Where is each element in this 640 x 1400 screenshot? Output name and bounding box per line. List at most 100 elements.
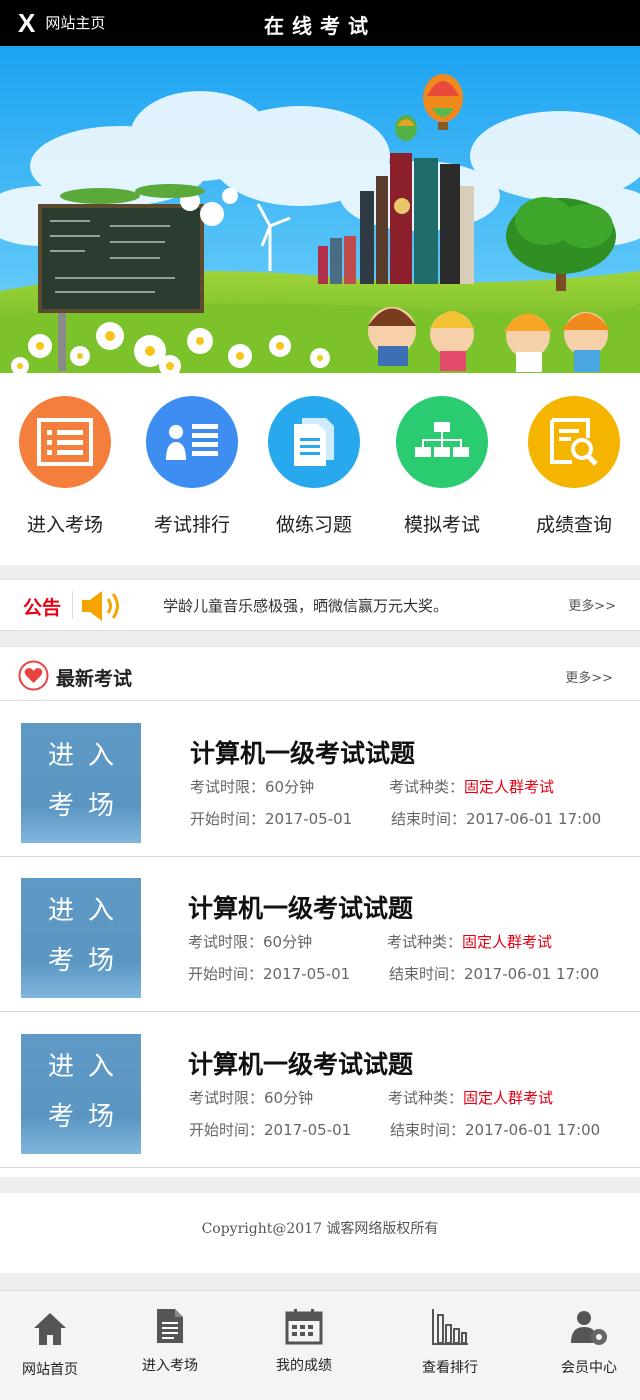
heart-icon: [18, 660, 49, 695]
start-value: 2017-05-01: [265, 810, 353, 828]
calendar-icon[interactable]: [240, 1307, 368, 1347]
end-value: 2017-06-01 17:00: [464, 965, 600, 983]
exam-title[interactable]: 计算机一级考试试题: [188, 1045, 413, 1081]
document-icon[interactable]: [268, 396, 360, 488]
tab-label[interactable]: 我的成绩: [240, 1355, 368, 1375]
exam-duration: 考试时限：60分钟: [188, 931, 312, 952]
exam-start: 开始时间：2017-05-01: [189, 1119, 351, 1140]
quick-nav-label[interactable]: 进入考场: [1, 510, 129, 537]
tab-label[interactable]: 查看排行: [386, 1357, 514, 1377]
duration-value: 60分钟: [263, 933, 313, 951]
bar-chart-icon[interactable]: [386, 1307, 514, 1347]
enter-exam-line1[interactable]: 进入: [21, 739, 141, 773]
document-icon[interactable]: [106, 1307, 234, 1347]
duration-label: 考试时限：: [188, 933, 264, 951]
speaker-icon: [80, 589, 126, 627]
banner: [0, 46, 640, 373]
exam-list-item: 进入 考场 计算机一级考试试题 考试时限：60分钟 考试种类：固定人群考试 开始…: [0, 702, 640, 857]
quick-nav-label[interactable]: 成绩查询: [510, 510, 638, 537]
exam-start: 开始时间：2017-05-01: [190, 808, 352, 829]
user-settings-icon[interactable]: [525, 1309, 640, 1349]
tab-member-center[interactable]: 会员中心: [525, 1309, 640, 1377]
ranking-icon[interactable]: [146, 396, 238, 488]
tab-my-scores[interactable]: 我的成绩: [240, 1307, 368, 1375]
type-value: 固定人群考试: [464, 778, 555, 796]
enter-exam-button[interactable]: 进入 考场: [21, 723, 141, 843]
exam-type: 考试种类：固定人群考试: [389, 776, 554, 797]
quick-nav-practice[interactable]: 做练习题: [250, 396, 378, 537]
duration-value: 60分钟: [265, 778, 315, 796]
exam-type: 考试种类：固定人群考试: [388, 1087, 553, 1108]
quick-nav-label[interactable]: 模拟考试: [378, 510, 506, 537]
end-label: 结束时间：: [390, 1121, 466, 1139]
enter-exam-line2[interactable]: 考场: [21, 1100, 141, 1134]
search-report-icon[interactable]: [528, 396, 620, 488]
end-label: 结束时间：: [389, 965, 465, 983]
exam-list-item: 进入 考场 计算机一级考试试题 考试时限：60分钟 考试种类：固定人群考试 开始…: [0, 1013, 640, 1168]
notice-more-link[interactable]: 更多>>: [568, 595, 616, 614]
bottom-tab-bar: 网站首页 进入考场 我的成绩 查看排行 会员中心: [0, 1290, 640, 1400]
hierarchy-icon[interactable]: [396, 396, 488, 488]
quick-nav-ranking[interactable]: 考试排行: [128, 396, 256, 537]
quick-nav-label[interactable]: 做练习题: [250, 510, 378, 537]
section-title: 最新考试: [56, 668, 133, 690]
quick-nav-mock-exam[interactable]: 模拟考试: [378, 396, 506, 537]
type-value: 固定人群考试: [463, 1089, 554, 1107]
tab-ranking[interactable]: 查看排行: [386, 1307, 514, 1377]
start-label: 开始时间：: [190, 810, 266, 828]
tab-label[interactable]: 进入考场: [106, 1355, 234, 1375]
exam-end: 结束时间：2017-06-01 17:00: [391, 808, 601, 829]
type-label: 考试种类：: [389, 778, 465, 796]
enter-exam-line2[interactable]: 考场: [21, 944, 141, 978]
start-value: 2017-05-01: [264, 1121, 352, 1139]
exam-duration: 考试时限：60分钟: [189, 1087, 313, 1108]
start-label: 开始时间：: [188, 965, 264, 983]
banner-illustration: [0, 46, 640, 373]
latest-more-link[interactable]: 更多>>: [565, 667, 613, 686]
footer: Copyright@2017 诚客网络版权所有: [0, 1193, 640, 1273]
enter-exam-line1[interactable]: 进入: [21, 1050, 141, 1084]
end-value: 2017-06-01 17:00: [465, 1121, 601, 1139]
notice-text[interactable]: 学龄儿童音乐感极强，晒微信赢万元大奖。: [163, 595, 448, 616]
tab-home[interactable]: 网站首页: [0, 1311, 114, 1379]
section-divider: [0, 631, 640, 646]
start-label: 开始时间：: [189, 1121, 265, 1139]
quick-nav-score-query[interactable]: 成绩查询: [510, 396, 638, 537]
exam-type: 考试种类：固定人群考试: [387, 931, 552, 952]
latest-exams-header: 最新考试 更多>>: [0, 646, 640, 701]
tab-label[interactable]: 会员中心: [525, 1357, 640, 1377]
exam-list-item: 进入 考场 计算机一级考试试题 考试时限：60分钟 考试种类：固定人群考试 开始…: [0, 857, 640, 1012]
section-divider: [0, 565, 640, 579]
type-value: 固定人群考试: [462, 933, 553, 951]
exam-duration: 考试时限：60分钟: [190, 776, 314, 797]
end-label: 结束时间：: [391, 810, 467, 828]
exam-start: 开始时间：2017-05-01: [188, 963, 350, 984]
exam-end: 结束时间：2017-06-01 17:00: [390, 1119, 600, 1140]
duration-label: 考试时限：: [189, 1089, 265, 1107]
section-divider: [0, 1273, 640, 1290]
list-icon[interactable]: [19, 396, 111, 488]
copyright-text: Copyright@2017 诚客网络版权所有: [201, 1221, 439, 1237]
page-title: 在线考试: [264, 14, 376, 38]
exam-title[interactable]: 计算机一级考试试题: [188, 889, 413, 925]
enter-exam-button[interactable]: 进入 考场: [21, 1034, 141, 1154]
tab-label[interactable]: 网站首页: [0, 1359, 114, 1379]
enter-exam-line1[interactable]: 进入: [21, 894, 141, 928]
enter-exam-button[interactable]: 进入 考场: [21, 878, 141, 998]
type-label: 考试种类：: [388, 1089, 464, 1107]
notice-bar: 公告 学龄儿童音乐感极强，晒微信赢万元大奖。 更多>>: [0, 579, 640, 631]
home-icon[interactable]: [0, 1311, 114, 1351]
start-value: 2017-05-01: [263, 965, 351, 983]
notice-separator: [72, 591, 73, 619]
exam-end: 结束时间：2017-06-01 17:00: [389, 963, 599, 984]
end-value: 2017-06-01 17:00: [466, 810, 602, 828]
enter-exam-line2[interactable]: 考场: [21, 789, 141, 823]
quick-nav-label[interactable]: 考试排行: [128, 510, 256, 537]
exam-title[interactable]: 计算机一级考试试题: [190, 734, 415, 770]
top-header: X 网站主页 在线考试: [0, 0, 640, 46]
quick-nav-enter-exam[interactable]: 进入考场: [1, 396, 129, 537]
duration-label: 考试时限：: [190, 778, 266, 796]
quick-nav: 进入考场 考试排行 做练习题 模拟考试 成绩查询: [0, 373, 640, 565]
tab-enter-exam[interactable]: 进入考场: [106, 1307, 234, 1375]
type-label: 考试种类：: [387, 933, 463, 951]
